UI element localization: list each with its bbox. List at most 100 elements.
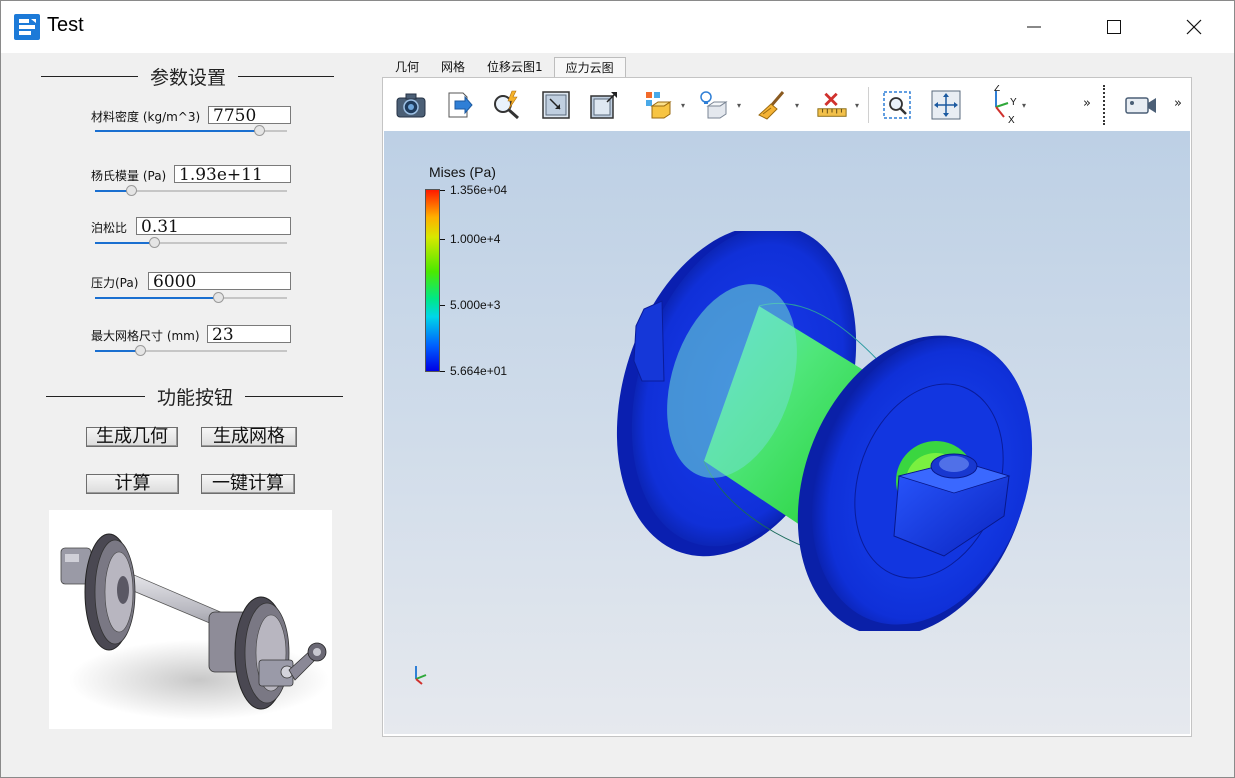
mesh-size-label: 最大网格尺寸 (mm) — [91, 329, 200, 343]
export-icon — [448, 92, 473, 118]
density-input[interactable]: 7750 — [208, 106, 291, 124]
compute-button[interactable]: 计算 — [86, 474, 179, 494]
display-mode-button[interactable] — [643, 89, 675, 121]
view-tabs: 几何 网格 位移云图1 应力云图 — [384, 57, 626, 79]
divider — [41, 75, 138, 77]
window-title: Test — [47, 14, 84, 36]
density-slider[interactable] — [95, 124, 287, 138]
stress-viewport[interactable]: Mises (Pa) 1.356e+04 1.000e+4 5.000e+3 5… — [384, 131, 1190, 734]
minimize-button[interactable] — [994, 1, 1074, 53]
clear-icon — [758, 91, 785, 120]
buttons-group-label: 功能按钮 — [157, 386, 234, 409]
axis-x-label: X — [1008, 115, 1015, 125]
youngs-modulus-label: 杨氏模量 (Pa) — [91, 169, 167, 183]
toolbar-separator — [868, 87, 869, 123]
gen-mesh-button[interactable]: 生成网格 — [201, 427, 297, 447]
chevron-down-icon[interactable]: ▾ — [681, 101, 685, 110]
maximize-view-icon — [590, 92, 617, 119]
chevron-down-icon[interactable]: ▾ — [855, 101, 859, 110]
video-camera-icon — [1125, 97, 1156, 114]
slider-thumb[interactable] — [213, 292, 224, 303]
axes-button[interactable]: Z Y X — [984, 85, 1024, 125]
toolbar-separator — [1103, 85, 1105, 125]
params-group-label: 参数设置 — [150, 66, 227, 89]
app-window: Test 参数设置 材料密度 (kg/m^3) 7750 杨氏模量 (Pa) 1… — [0, 0, 1235, 778]
chevron-down-icon[interactable]: ▾ — [795, 101, 799, 110]
pan-icon — [931, 90, 961, 120]
one-click-compute-button[interactable]: 一键计算 — [201, 474, 295, 494]
more-icon[interactable]: » — [1083, 96, 1091, 111]
tab-displacement[interactable]: 位移云图1 — [476, 57, 554, 78]
close-icon — [1186, 19, 1202, 35]
title-bar[interactable]: Test — [1, 1, 1234, 53]
slider-thumb[interactable] — [135, 345, 146, 356]
record-video-button[interactable] — [1125, 89, 1157, 121]
zoom-query-icon — [494, 90, 519, 120]
divider — [238, 75, 335, 77]
legend-label-10000: 1.000e+4 — [450, 232, 501, 246]
main-area: 参数设置 材料密度 (kg/m^3) 7750 杨氏模量 (Pa) 1.93e+… — [1, 53, 1234, 777]
youngs-modulus-input[interactable]: 1.93e+11 — [174, 165, 291, 183]
legend-tick — [440, 239, 445, 240]
legend-label-max: 1.356e+04 — [450, 183, 508, 197]
legend-tick — [440, 371, 445, 372]
lighting-icon — [700, 91, 728, 119]
fit-view-icon — [542, 91, 570, 119]
buttons-group-title: 功能按钮 — [46, 384, 344, 409]
legend-tick — [440, 190, 445, 191]
chevron-down-icon[interactable]: ▾ — [1022, 101, 1026, 110]
orientation-axes-icon — [415, 666, 427, 685]
ruler-icon — [817, 92, 847, 117]
mesh-size-slider[interactable] — [95, 344, 287, 358]
measure-button[interactable] — [816, 89, 848, 121]
poisson-ratio-input[interactable]: 0.31 — [136, 217, 291, 235]
camera-icon — [396, 93, 426, 118]
color-scale-bar — [425, 189, 440, 372]
divider — [46, 395, 145, 397]
more-icon[interactable]: » — [1174, 96, 1182, 111]
density-label: 材料密度 (kg/m^3) — [91, 110, 201, 124]
fit-view-button[interactable] — [540, 89, 572, 121]
zoom-box-icon — [883, 91, 911, 119]
gen-geometry-button[interactable]: 生成几何 — [86, 427, 178, 447]
maximize-view-button[interactable] — [588, 89, 620, 121]
axis-z-label: Z — [994, 85, 1000, 94]
axis-y-label: Y — [1010, 97, 1017, 108]
params-group-title: 参数设置 — [41, 64, 335, 89]
display-mode-icon — [646, 92, 672, 119]
axes-icon: Z Y X — [994, 85, 1017, 125]
viewer-toolbar: ▾ ▾ ▾ ▾ Z Y X ▾ » » — [384, 79, 1190, 131]
slider-thumb[interactable] — [149, 237, 160, 248]
close-button[interactable] — [1154, 1, 1234, 53]
tab-geometry[interactable]: 几何 — [384, 57, 430, 78]
poisson-ratio-label: 泊松比 — [91, 221, 128, 235]
minimize-icon — [1027, 26, 1041, 28]
pan-button[interactable] — [930, 89, 962, 121]
zoom-box-button[interactable] — [881, 89, 913, 121]
tab-stress[interactable]: 应力云图 — [553, 57, 626, 78]
mesh-size-input[interactable]: 23 — [207, 325, 291, 343]
slider-thumb[interactable] — [126, 185, 137, 196]
legend-tick — [440, 305, 445, 306]
screenshot-button[interactable] — [395, 89, 427, 121]
slider-thumb[interactable] — [254, 125, 265, 136]
poisson-ratio-slider[interactable] — [95, 236, 287, 250]
lighting-button[interactable] — [697, 89, 729, 121]
tab-mesh[interactable]: 网格 — [430, 57, 476, 78]
legend-label-min: 5.664e+01 — [450, 364, 508, 378]
app-icon — [14, 14, 40, 40]
viewer-frame: ▾ ▾ ▾ ▾ Z Y X ▾ » » Mises (Pa) 1.356e+04… — [382, 77, 1192, 737]
export-button[interactable] — [443, 89, 475, 121]
pressure-slider[interactable] — [95, 291, 287, 305]
maximize-button[interactable] — [1074, 1, 1154, 53]
query-button[interactable] — [491, 89, 523, 121]
pressure-label: 压力(Pa) — [91, 276, 139, 290]
legend-label-5000: 5.000e+3 — [450, 298, 501, 312]
youngs-modulus-slider[interactable] — [95, 184, 287, 198]
pressure-input[interactable]: 6000 — [148, 272, 291, 290]
chevron-down-icon[interactable]: ▾ — [737, 101, 741, 110]
geometry-preview-image — [49, 510, 332, 729]
maximize-icon — [1107, 20, 1121, 34]
divider — [245, 395, 344, 397]
clear-button[interactable] — [756, 89, 788, 121]
